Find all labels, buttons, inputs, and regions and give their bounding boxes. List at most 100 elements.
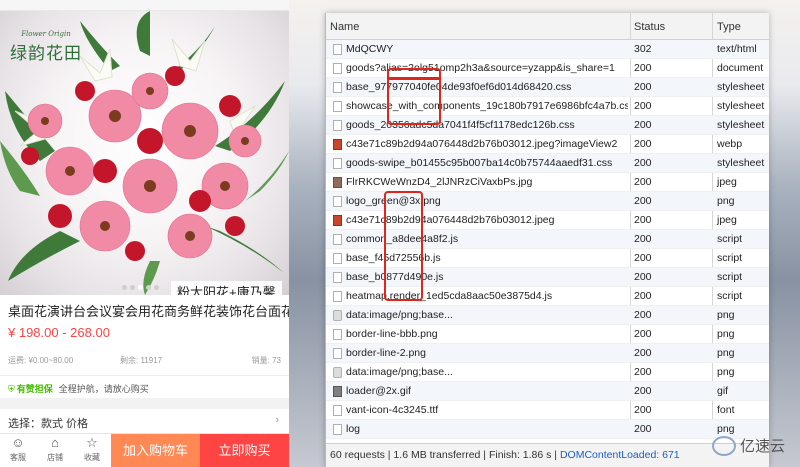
request-status: 200 (634, 100, 652, 112)
dom-content-loaded: DOMContentLoaded: 671 (559, 449, 680, 461)
guarantee-badge: 有赞担保 (16, 384, 53, 394)
section-divider (0, 398, 289, 409)
request-status: 200 (634, 214, 652, 226)
product-meta-row: 运费: ¥0.00~80.00 剩余: 11917 销量: 73 (0, 355, 289, 373)
select-options: 款式 价格 (41, 418, 89, 430)
request-type: png (717, 309, 735, 321)
favorite-label: 收藏 (84, 453, 100, 462)
image-icon (333, 215, 342, 226)
sales-count: 销量: 73 (251, 356, 281, 365)
bottom-action-bar: ☺ 客服 ⌂ 店铺 ☆ 收藏 加入购物车 立即购买 (0, 433, 289, 467)
carousel-dot-active[interactable] (138, 285, 143, 290)
spec-select-row[interactable]: 选择：款式 价格 › (0, 410, 289, 432)
request-name: vant-icon-4c3245.ttf (346, 404, 439, 416)
carousel-dot[interactable] (122, 285, 127, 290)
file-icon (333, 82, 342, 93)
file-icon (333, 424, 342, 435)
shop-label: 店铺 (47, 453, 63, 462)
network-request-row[interactable]: loader@2x.gif 200 gif (326, 382, 769, 401)
shipping-fee: 运费: ¥0.00~80.00 (8, 356, 74, 365)
request-status: 200 (634, 423, 652, 435)
watermark-logo-icon (712, 436, 736, 457)
network-request-row[interactable]: c43e71c89b2d94a076448d2b76b03012.jpeg?im… (326, 135, 769, 154)
watermark: 亿速云 (712, 432, 798, 462)
request-type: gif (717, 385, 729, 397)
request-status: 200 (634, 328, 652, 340)
add-to-cart-button[interactable]: 加入购物车 (111, 434, 200, 467)
network-summary-bar: 60 requests | 1.6 MB transferred | Finis… (326, 443, 769, 467)
column-header-status[interactable]: Status (634, 21, 665, 33)
annotation-box-stylesheets (387, 68, 441, 125)
network-request-row[interactable]: data:image/png;base... 200 png (326, 306, 769, 325)
request-status: 200 (634, 195, 652, 207)
request-status: 200 (634, 138, 652, 150)
request-type: text/html (717, 43, 757, 55)
request-name: MdQCWY (346, 43, 394, 55)
column-header-type[interactable]: Type (717, 21, 741, 33)
phone-status-bar (0, 0, 289, 11)
network-request-row[interactable]: log 200 png (326, 420, 769, 439)
carousel-dot[interactable] (146, 285, 151, 290)
network-request-row[interactable]: goods-swipe_b01455c95b007ba14c0b75744aae… (326, 154, 769, 173)
file-icon (333, 329, 342, 340)
network-request-row[interactable]: border-line-bbb.png 200 png (326, 325, 769, 344)
network-request-row[interactable]: vant-icon-4c3245.ttf 200 font (326, 401, 769, 420)
request-name: goods-swipe_b01455c95b007ba14c0b75744aae… (346, 157, 613, 169)
shield-check-icon: ⛨ (8, 384, 15, 394)
request-type: script (717, 290, 743, 302)
select-label: 选择： (8, 418, 41, 430)
request-type: png (717, 366, 735, 378)
network-table-header: Name Status Type (326, 13, 769, 40)
request-status: 200 (634, 176, 652, 188)
brand-logo-cn: 绿韵花田 (10, 44, 82, 64)
network-request-row[interactable]: border-line-2.png 200 png (326, 344, 769, 363)
file-icon (333, 291, 342, 302)
product-image-carousel[interactable]: Flower Origin 绿韵花田 粉太阳花+康乃馨 (0, 11, 289, 295)
watermark-text: 亿速云 (740, 438, 786, 455)
request-type: script (717, 252, 743, 264)
product-title: 桌面花演讲台会议宴会用花商务鲜花装饰花台面花 (8, 304, 289, 319)
column-header-name[interactable]: Name (330, 21, 359, 33)
carousel-dots (122, 277, 172, 290)
image-caption: 粉太阳花+康乃馨 (171, 281, 282, 295)
file-icon (333, 234, 342, 245)
file-icon (333, 405, 342, 416)
carousel-dot[interactable] (154, 285, 159, 290)
request-type: png (717, 347, 735, 359)
brand-logo: Flower Origin 绿韵花田 (4, 13, 88, 71)
product-info: 桌面花演讲台会议宴会用花商务鲜花装饰花台面花 ¥ 198.00 - 268.00… (0, 295, 289, 430)
request-status: 200 (634, 119, 652, 131)
mobile-product-page: Flower Origin 绿韵花田 粉太阳花+康乃馨 桌面花演讲台会议宴会用花… (0, 0, 289, 467)
network-request-row[interactable]: data:image/png;base... 200 png (326, 363, 769, 382)
network-request-row[interactable]: MdQCWY 302 text/html (326, 40, 769, 59)
shop-button[interactable]: ⌂ 店铺 (37, 434, 73, 467)
request-status: 302 (634, 43, 652, 55)
request-name: FlrRKCWeWnzD4_2lJNRzCiVaxbPs.jpg (346, 176, 533, 188)
file-icon (333, 158, 342, 169)
request-name: data:image/png;base... (346, 366, 453, 378)
request-status: 200 (634, 347, 652, 359)
guarantee-row[interactable]: ⛨ 有赞担保 全程护航，请放心购买 (0, 375, 289, 397)
favorite-button[interactable]: ☆ 收藏 (74, 434, 110, 467)
stock-count: 剩余: 11917 (120, 356, 163, 365)
gif-icon (333, 386, 342, 397)
request-type: png (717, 328, 735, 340)
file-icon (333, 253, 342, 264)
file-icon (333, 348, 342, 359)
carousel-dot[interactable] (130, 285, 135, 290)
file-icon (333, 101, 342, 112)
buy-now-button[interactable]: 立即购买 (200, 434, 289, 467)
customer-service-button[interactable]: ☺ 客服 (0, 434, 36, 467)
product-price: ¥ 198.00 - 268.00 (8, 325, 110, 340)
file-icon (333, 44, 342, 55)
request-type: stylesheet (717, 119, 765, 131)
request-status: 200 (634, 81, 652, 93)
network-request-row[interactable]: FlrRKCWeWnzD4_2lJNRzCiVaxbPs.jpg 200 jpeg (326, 173, 769, 192)
brand-logo-en: Flower Origin (21, 30, 71, 38)
file-icon (333, 272, 342, 283)
customer-service-label: 客服 (10, 453, 26, 462)
file-icon (333, 120, 342, 131)
request-name: log (346, 423, 361, 435)
request-status: 200 (634, 290, 652, 302)
request-status: 200 (634, 404, 652, 416)
